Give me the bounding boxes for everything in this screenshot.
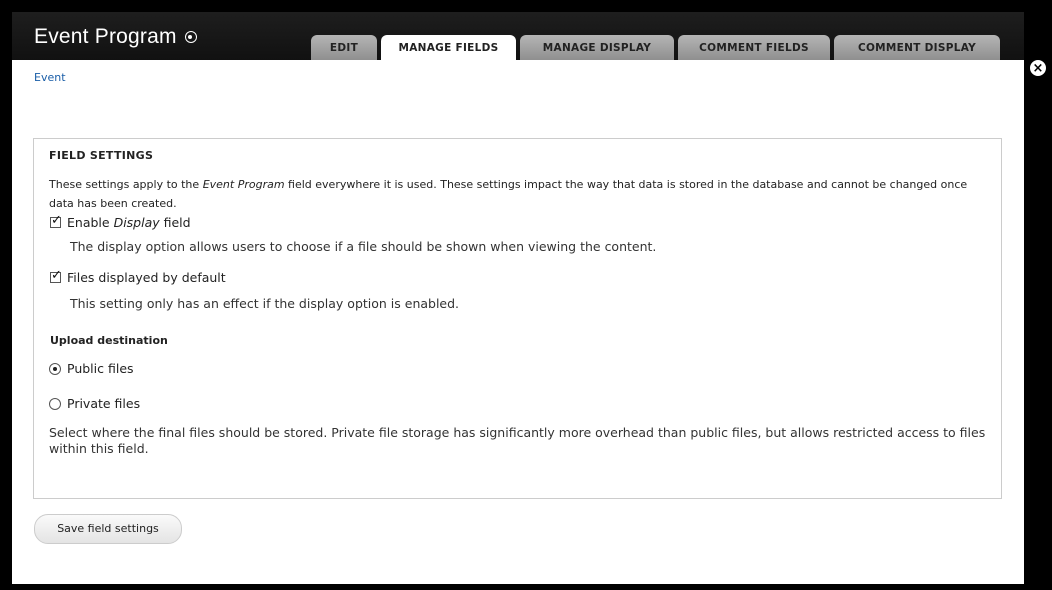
public-files-label: Public files bbox=[67, 361, 134, 376]
field-settings-fieldset: FIELD SETTINGS These settings apply to t… bbox=[33, 138, 1002, 499]
files-displayed-default-checkbox[interactable] bbox=[50, 268, 62, 283]
files-displayed-default-label: Files displayed by default bbox=[67, 270, 226, 285]
enable-display-field-checkbox-row[interactable]: Enable Display field bbox=[50, 213, 191, 230]
public-files-radio-row[interactable]: Public files bbox=[49, 361, 134, 376]
private-files-label: Private files bbox=[67, 396, 141, 411]
enable-display-label-before: Enable bbox=[67, 215, 114, 230]
settings-gear-icon[interactable] bbox=[184, 31, 197, 43]
private-files-radio-row[interactable]: Private files bbox=[49, 396, 140, 411]
files-displayed-default-checkbox-row[interactable]: Files displayed by default bbox=[50, 268, 226, 285]
upload-destination-heading: Upload destination bbox=[50, 334, 168, 347]
files-displayed-default-help: This setting only has an effect if the d… bbox=[70, 296, 460, 311]
page-title: Event Program bbox=[34, 25, 197, 49]
content-panel: Event FIELD SETTINGS These settings appl… bbox=[12, 60, 1024, 584]
save-field-settings-button[interactable]: Save field settings bbox=[34, 514, 182, 544]
public-files-radio[interactable] bbox=[49, 362, 61, 375]
description-text-before: These settings apply to the bbox=[49, 178, 203, 191]
upload-destination-help: Select where the final files should be s… bbox=[49, 425, 986, 456]
field-settings-description: These settings apply to the Event Progra… bbox=[49, 175, 994, 213]
overlay-header: Event Program EDIT MANAGE FIELDS MANAGE … bbox=[12, 12, 1024, 61]
tab-manage-display[interactable]: MANAGE DISPLAY bbox=[520, 35, 674, 60]
tab-edit[interactable]: EDIT bbox=[311, 35, 377, 60]
close-icon: × bbox=[1032, 60, 1044, 76]
tab-manage-fields[interactable]: MANAGE FIELDS bbox=[381, 35, 516, 61]
enable-display-field-label: Enable Display field bbox=[67, 215, 191, 230]
fieldset-legend: FIELD SETTINGS bbox=[49, 149, 154, 162]
description-field-name: Event Program bbox=[202, 178, 285, 191]
enable-display-field-checkbox[interactable] bbox=[50, 213, 62, 228]
tab-comment-display[interactable]: COMMENT DISPLAY bbox=[834, 35, 1000, 60]
close-overlay-button[interactable]: × bbox=[1028, 58, 1048, 78]
breadcrumb-event-link[interactable]: Event bbox=[34, 71, 66, 84]
enable-display-field-help: The display option allows users to choos… bbox=[70, 239, 657, 254]
enable-display-label-em: Display bbox=[113, 215, 160, 230]
page-title-text: Event Program bbox=[34, 25, 177, 48]
private-files-radio[interactable] bbox=[49, 397, 61, 410]
tab-comment-fields[interactable]: COMMENT FIELDS bbox=[678, 35, 830, 60]
enable-display-label-after: field bbox=[159, 215, 191, 230]
